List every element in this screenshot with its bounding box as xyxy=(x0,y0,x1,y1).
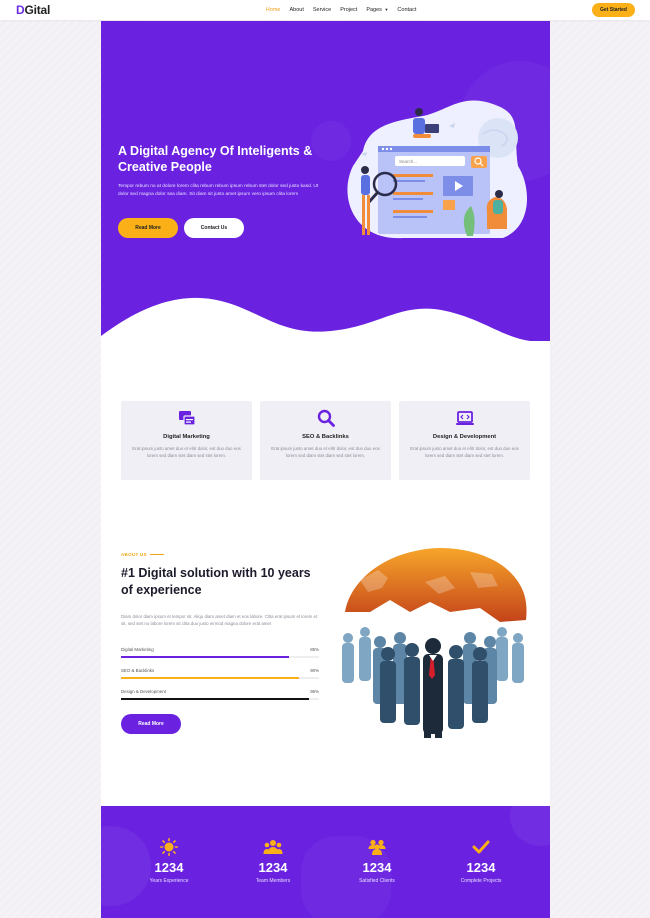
contact-us-button[interactable]: Contact Us xyxy=(184,218,244,238)
get-started-button[interactable]: Get Started xyxy=(592,3,635,17)
skill-percent: 90% xyxy=(310,668,319,673)
stat-team-members: 1234 Team Members xyxy=(223,838,323,884)
nav-menu: Home About Service Project Pages ▼ Conta… xyxy=(266,7,417,13)
service-card-digital-marketing[interactable]: Digital Marketing Erat ipsum justo amet … xyxy=(121,401,252,480)
progress-fill xyxy=(121,698,310,700)
search-placeholder: Search... xyxy=(399,159,417,164)
top-navbar: DGital Home About Service Project Pages … xyxy=(0,0,650,20)
progress-track xyxy=(121,656,319,658)
nav-item-project[interactable]: Project xyxy=(340,7,357,13)
section-label: ABOUT US xyxy=(121,552,164,557)
service-title: Digital Marketing xyxy=(163,434,210,440)
hero-wave xyxy=(101,298,550,341)
brand-logo[interactable]: DGital xyxy=(16,3,50,17)
service-title: SEO & Backlinks xyxy=(302,434,349,440)
stat-satisfied-clients: 1234 Satisfied Clients xyxy=(327,838,427,884)
progress-fill xyxy=(121,656,290,658)
skill-progress-design: Design & Development 95% xyxy=(121,689,319,700)
nav-item-about[interactable]: About xyxy=(289,7,303,13)
clients-icon xyxy=(368,839,386,855)
hero-section: A Digital Agency Of Inteligents & Creati… xyxy=(101,21,550,341)
team-icon xyxy=(263,840,283,854)
service-description: Erat ipsum justo amet duo et elitr dolor… xyxy=(410,446,519,458)
progress-track xyxy=(121,698,319,700)
hero-title: A Digital Agency Of Inteligents & Creati… xyxy=(118,144,313,174)
sun-icon xyxy=(159,838,179,856)
service-card-design[interactable]: Design & Development Erat ipsum justo am… xyxy=(399,401,530,480)
skill-progress-seo: SEO & Backlinks 90% xyxy=(121,668,319,679)
check-icon xyxy=(472,840,490,854)
services-section: Digital Marketing Erat ipsum justo amet … xyxy=(121,401,530,480)
about-title: #1 Digital solution with 10 years of exp… xyxy=(121,566,311,597)
service-card-seo[interactable]: SEO & Backlinks Erat ipsum justo amet du… xyxy=(260,401,391,480)
nav-item-contact[interactable]: Contact xyxy=(397,7,416,13)
skill-name: Digital Marketing xyxy=(121,647,154,652)
about-text: Diam dolor diam ipsum et tempor sit. Ali… xyxy=(121,614,318,626)
world-team-illustration xyxy=(342,548,527,738)
service-description: Erat ipsum justo amet duo et elitr dolor… xyxy=(132,446,241,458)
stat-label: Years Experience xyxy=(149,878,189,884)
skill-name: SEO & Backlinks xyxy=(121,668,155,673)
skill-name: Design & Development xyxy=(121,689,166,694)
stat-number: 1234 xyxy=(258,860,288,875)
search-icon xyxy=(317,409,335,427)
progress-fill xyxy=(121,677,300,679)
skill-progress-digital-marketing: Digital Marketing 85% xyxy=(121,647,319,658)
nav-item-service[interactable]: Service xyxy=(313,7,331,13)
laptop-code-icon xyxy=(455,411,474,425)
skill-percent: 95% xyxy=(310,689,319,694)
nav-item-home[interactable]: Home xyxy=(266,7,281,13)
stat-label: Team Members xyxy=(255,878,291,884)
stat-number: 1234 xyxy=(466,860,496,875)
stat-label: Complete Projects xyxy=(460,878,502,884)
label-line xyxy=(149,554,164,555)
hero-read-more-button[interactable]: Read More xyxy=(118,218,178,238)
stat-number: 1234 xyxy=(362,860,392,875)
stat-number: 1234 xyxy=(154,860,184,875)
stat-complete-projects: 1234 Complete Projects xyxy=(431,838,531,884)
nav-item-pages[interactable]: Pages ▼ xyxy=(366,7,388,13)
chevron-down-icon: ▼ xyxy=(384,7,389,12)
service-description: Erat ipsum justo amet duo et elitr dolor… xyxy=(271,446,380,458)
hero-text: Tempor rebum no at dolore lorem clita re… xyxy=(118,184,319,197)
progress-track xyxy=(121,677,319,679)
stats-section: 1234 Years Experience 1234 Team Members … xyxy=(101,806,550,918)
service-title: Design & Development xyxy=(432,434,497,440)
stat-label: Satisfied Clients xyxy=(359,878,395,884)
about-read-more-button[interactable]: Read More xyxy=(121,714,181,734)
marketing-icon xyxy=(178,411,196,426)
stat-years-experience: 1234 Years Experience xyxy=(119,838,219,884)
skill-percent: 85% xyxy=(310,647,319,652)
hero-illustration: Search... xyxy=(347,100,528,239)
